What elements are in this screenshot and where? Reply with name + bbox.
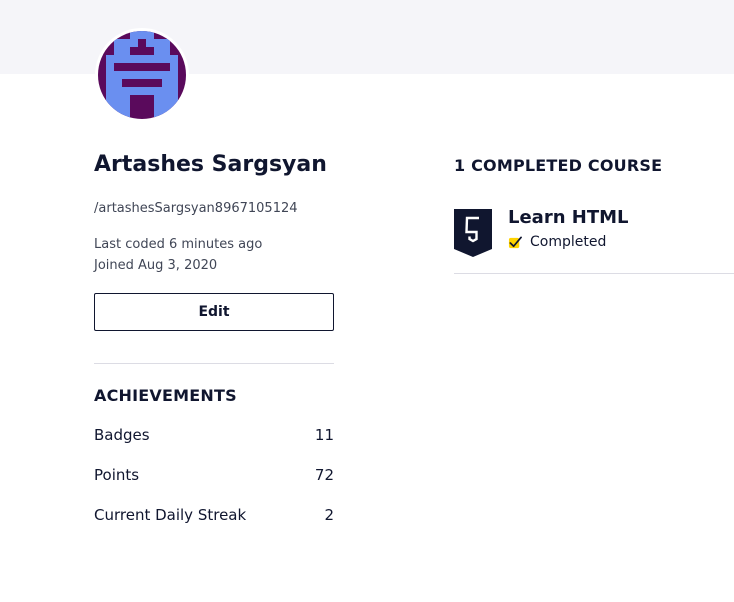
achievement-row-streak: Current Daily Streak 2 bbox=[94, 506, 334, 524]
pixel-robot-avatar-icon bbox=[98, 31, 186, 119]
user-handle: /artashesSargsyan8967105124 bbox=[94, 201, 298, 216]
check-icon bbox=[508, 235, 523, 250]
divider bbox=[94, 363, 334, 364]
achievement-row-points: Points 72 bbox=[94, 466, 334, 484]
achievement-label: Current Daily Streak bbox=[94, 506, 247, 524]
achievement-label: Badges bbox=[94, 426, 150, 444]
achievement-value: 11 bbox=[314, 426, 334, 444]
course-status-label: Completed bbox=[530, 234, 607, 250]
joined-date-text: Joined Aug 3, 2020 bbox=[94, 258, 218, 273]
divider bbox=[454, 273, 734, 274]
completed-courses-title: 1 COMPLETED COURSE bbox=[454, 156, 663, 175]
last-coded-text: Last coded 6 minutes ago bbox=[94, 237, 263, 252]
avatar bbox=[95, 28, 189, 122]
edit-profile-button[interactable]: Edit bbox=[94, 293, 334, 331]
html5-badge-icon bbox=[454, 209, 492, 257]
achievement-label: Points bbox=[94, 466, 140, 484]
user-name: Artashes Sargsyan bbox=[94, 152, 327, 177]
course-status: Completed bbox=[508, 234, 606, 250]
achievement-value: 72 bbox=[314, 466, 334, 484]
achievement-value: 2 bbox=[324, 506, 334, 524]
achievement-row-badges: Badges 11 bbox=[94, 426, 334, 444]
course-card-learn-html[interactable]: Learn HTML Completed bbox=[454, 206, 734, 274]
achievements-title: ACHIEVEMENTS bbox=[94, 386, 237, 405]
course-name[interactable]: Learn HTML bbox=[508, 207, 629, 228]
